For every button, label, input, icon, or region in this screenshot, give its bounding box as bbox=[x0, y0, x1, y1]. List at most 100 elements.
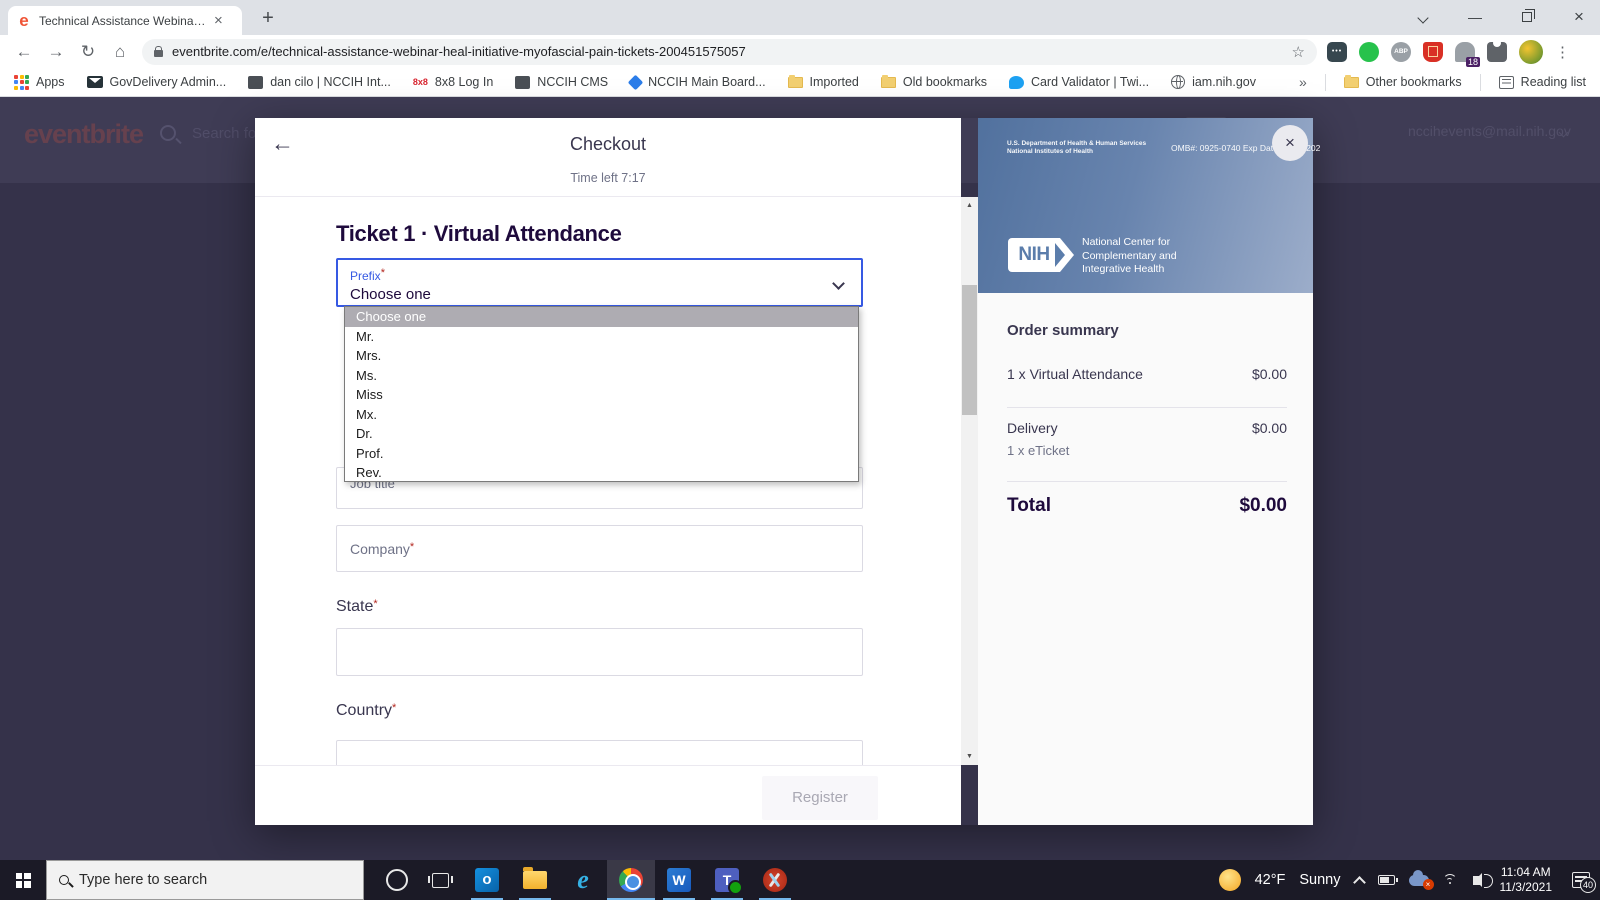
onedrive-icon[interactable]: × bbox=[1409, 875, 1429, 886]
bookmark-nccih-cms[interactable]: NCCIH CMS bbox=[515, 75, 608, 89]
url-text[interactable]: eventbrite.com/e/technical-assistance-we… bbox=[172, 44, 1283, 59]
modal-title: Checkout bbox=[255, 134, 961, 155]
extensions-puzzle-icon[interactable] bbox=[1487, 42, 1507, 62]
url-bar[interactable]: eventbrite.com/e/technical-assistance-we… bbox=[142, 39, 1317, 65]
dropdown-option[interactable]: Rev. bbox=[345, 463, 858, 483]
dropdown-option[interactable]: Dr. bbox=[345, 424, 858, 444]
browser-toolbar: ← → ↻ ⌂ eventbrite.com/e/technical-assis… bbox=[0, 35, 1600, 68]
bookmark-iam-nih[interactable]: iam.nih.gov bbox=[1171, 75, 1256, 89]
checkout-modal: ← Checkout Time left 7:17 Ticket 1 · Vir… bbox=[255, 118, 1313, 825]
chrome-app[interactable] bbox=[607, 860, 655, 900]
teams-app[interactable]: T bbox=[703, 860, 751, 900]
profile-avatar[interactable] bbox=[1519, 40, 1543, 64]
state-field[interactable] bbox=[336, 628, 863, 676]
weather-temp[interactable]: 42°F bbox=[1255, 872, 1286, 888]
prefix-dropdown: Choose one Mr. Mrs. Ms. Miss Mx. Dr. Pro… bbox=[344, 306, 859, 482]
dropdown-option[interactable]: Mx. bbox=[345, 405, 858, 425]
ticket-heading: Ticket 1 · Virtual Attendance bbox=[336, 221, 622, 247]
prefix-select[interactable]: Prefix* Choose one bbox=[336, 258, 863, 307]
outlook-app[interactable]: o bbox=[463, 860, 511, 900]
home-icon[interactable]: ⌂ bbox=[104, 42, 136, 62]
dropdown-option[interactable]: Mrs. bbox=[345, 346, 858, 366]
start-button[interactable] bbox=[0, 860, 46, 900]
shield-extension-icon[interactable] bbox=[1423, 42, 1443, 62]
word-app[interactable]: W bbox=[655, 860, 703, 900]
prefix-value: Choose one bbox=[350, 286, 849, 303]
action-center-icon[interactable]: 40 bbox=[1572, 872, 1590, 888]
forward-icon[interactable]: → bbox=[40, 42, 72, 62]
nih-logo-chevron bbox=[1060, 238, 1074, 272]
battery-icon[interactable] bbox=[1378, 875, 1395, 885]
taskbar: Type here to search o e W T 42°F Sunny ×… bbox=[0, 860, 1600, 900]
scroll-up-icon[interactable]: ▲ bbox=[961, 197, 978, 214]
bookmark-imported[interactable]: Imported bbox=[788, 75, 859, 89]
folder-icon bbox=[1344, 77, 1359, 88]
volume-icon[interactable] bbox=[1473, 876, 1480, 885]
lock-icon[interactable] bbox=[154, 50, 163, 57]
modal-scrollbar[interactable]: ▲ ▼ bbox=[961, 197, 978, 765]
reading-list[interactable]: Reading list bbox=[1499, 75, 1586, 89]
bookmark-govdelivery[interactable]: GovDelivery Admin... bbox=[87, 75, 227, 89]
cortana-icon[interactable] bbox=[386, 869, 408, 891]
divider bbox=[1480, 74, 1481, 91]
extension-green-icon[interactable] bbox=[1359, 42, 1379, 62]
adblock-plus-icon[interactable]: ABP bbox=[1391, 42, 1411, 62]
extension-dots-icon[interactable]: ••• bbox=[1327, 42, 1347, 62]
snipping-tool-app[interactable] bbox=[751, 860, 799, 900]
delivery-value: $0.00 bbox=[1252, 420, 1287, 436]
other-bookmarks[interactable]: Other bookmarks bbox=[1344, 75, 1462, 89]
bookmark-old-bookmarks[interactable]: Old bookmarks bbox=[881, 75, 987, 89]
weather-desc[interactable]: Sunny bbox=[1299, 872, 1340, 888]
page-search-text: Search for bbox=[192, 125, 261, 142]
pinned-apps: o e W T bbox=[463, 860, 799, 900]
divider bbox=[1007, 481, 1287, 482]
register-button[interactable]: Register bbox=[762, 776, 878, 820]
tab-close-icon[interactable]: × bbox=[214, 12, 223, 29]
scrollbar-thumb[interactable] bbox=[962, 285, 977, 415]
dropdown-option[interactable]: Ms. bbox=[345, 366, 858, 386]
search-icon bbox=[160, 125, 176, 141]
dropdown-option[interactable]: Mr. bbox=[345, 327, 858, 347]
divider bbox=[1007, 407, 1287, 408]
minimize-button[interactable]: — bbox=[1462, 9, 1488, 25]
eventbrite-logo: eventbrite bbox=[24, 119, 143, 150]
window-close-button[interactable]: × bbox=[1566, 7, 1592, 27]
weather-sun-icon[interactable] bbox=[1219, 869, 1241, 891]
dropdown-option[interactable]: Choose one bbox=[345, 307, 858, 327]
bookmark-card-validator[interactable]: Card Validator | Twi... bbox=[1009, 75, 1149, 89]
bookmark-dan-cilo[interactable]: dan cilo | NCCIH Int... bbox=[248, 75, 391, 89]
ghostery-icon[interactable]: 18 bbox=[1455, 42, 1475, 62]
internet-explorer-app[interactable]: e bbox=[559, 860, 607, 900]
browser-tab[interactable]: e Technical Assistance Webinar - H × bbox=[8, 6, 242, 35]
order-summary-title: Order summary bbox=[1007, 322, 1119, 339]
restore-button[interactable] bbox=[1514, 9, 1540, 25]
delivery-label: Delivery bbox=[1007, 420, 1058, 436]
chrome-menu-icon[interactable]: ⋮ bbox=[1555, 43, 1569, 61]
bookmark-nccih-main-board[interactable]: NCCIH Main Board... bbox=[630, 75, 765, 89]
task-view-icon[interactable] bbox=[432, 873, 449, 888]
modal-close-button[interactable]: × bbox=[1272, 125, 1308, 161]
company-field[interactable]: Company* bbox=[336, 525, 863, 572]
wifi-icon[interactable] bbox=[1443, 874, 1459, 886]
ghostery-badge: 18 bbox=[1466, 57, 1480, 67]
bookmarks-overflow-icon[interactable]: » bbox=[1299, 74, 1307, 90]
account-email: nccihevents@mail.nih.gov bbox=[1408, 123, 1571, 139]
clock[interactable]: 11:04 AM 11/3/2021 bbox=[1500, 865, 1553, 895]
new-tab-button[interactable]: + bbox=[254, 4, 282, 32]
dropdown-option[interactable]: Prof. bbox=[345, 444, 858, 464]
eventbrite-favicon-icon: e bbox=[16, 13, 32, 29]
nih-logo: NIH bbox=[1008, 238, 1060, 272]
back-icon[interactable]: ← bbox=[8, 42, 40, 62]
bookmark-8x8[interactable]: 8x88x8 Log In bbox=[413, 75, 493, 89]
modal-footer: Register bbox=[255, 765, 961, 825]
reload-icon[interactable]: ↻ bbox=[72, 42, 104, 62]
dropdown-option[interactable]: Miss bbox=[345, 385, 858, 405]
bookmark-star-icon[interactable]: ☆ bbox=[1292, 43, 1305, 61]
bookmark-apps[interactable]: Apps bbox=[14, 75, 65, 90]
file-explorer-app[interactable] bbox=[511, 860, 559, 900]
folder-icon bbox=[788, 77, 803, 88]
tray-overflow-icon[interactable] bbox=[1353, 876, 1366, 889]
taskbar-search[interactable]: Type here to search bbox=[46, 860, 364, 900]
scroll-down-icon[interactable]: ▼ bbox=[961, 748, 978, 765]
tab-search-icon[interactable] bbox=[1410, 9, 1436, 25]
